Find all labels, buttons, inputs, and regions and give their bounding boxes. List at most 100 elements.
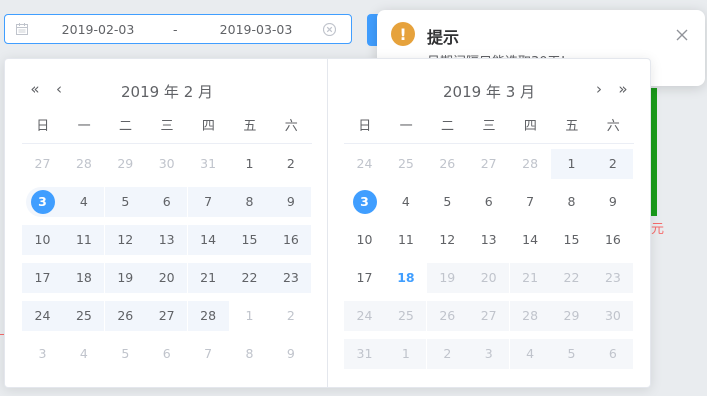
day-cell[interactable]: 7	[510, 183, 551, 221]
day-cell[interactable]: 26	[427, 145, 468, 183]
day-cell[interactable]: 25	[63, 297, 105, 335]
day-cell[interactable]: 7	[188, 335, 229, 373]
day-cell[interactable]: 8	[229, 335, 270, 373]
weekday-label: 六	[284, 119, 298, 134]
day-cell: 20	[468, 259, 510, 297]
end-date-input[interactable]: 2019-03-03	[211, 22, 301, 37]
day-cell[interactable]: 23	[270, 259, 312, 297]
day-cell[interactable]: 14	[187, 221, 229, 259]
day-cell[interactable]: 13	[146, 221, 188, 259]
day-cell[interactable]: 3	[22, 335, 63, 373]
day-cell[interactable]: 9	[270, 183, 312, 221]
start-date-input[interactable]: 2019-02-03	[53, 22, 143, 37]
day-cell[interactable]: 16	[592, 221, 633, 259]
day-number: 1	[401, 346, 410, 361]
day-cell[interactable]: 2	[270, 145, 311, 183]
next-month-icon[interactable]: ›	[592, 81, 606, 97]
day-cell[interactable]: 1	[551, 145, 592, 183]
day-cell[interactable]: 12	[427, 221, 468, 259]
day-cell[interactable]: 1	[229, 297, 270, 335]
panel-divider	[327, 59, 328, 387]
day-cell[interactable]: 28	[510, 145, 551, 183]
day-cell[interactable]: 7	[187, 183, 229, 221]
day-cell: 5	[551, 335, 592, 373]
day-cell[interactable]: 27	[468, 145, 509, 183]
error-text-fragment: 元	[651, 222, 665, 237]
day-cell[interactable]: 24	[344, 145, 385, 183]
day-cell[interactable]: 15	[229, 221, 270, 259]
left-calendar: « ‹ 2019 年 2 月 日一二三四五六 27 28 29 30 31 1 2 3 4 5 6 7…	[22, 59, 312, 387]
day-cell[interactable]: 6	[146, 183, 188, 221]
day-cell[interactable]: 2	[592, 145, 634, 183]
day-cell[interactable]: 2	[270, 297, 311, 335]
day-cell[interactable]: 29	[105, 145, 146, 183]
day-cell[interactable]: 5	[427, 183, 468, 221]
day-cell[interactable]: 25	[385, 145, 426, 183]
selected-day: 3	[30, 190, 55, 214]
day-number: 2	[608, 156, 617, 171]
day-number: 8	[245, 346, 254, 361]
weekday-label: 五	[565, 119, 579, 134]
day-number: 31	[356, 346, 373, 361]
day-cell[interactable]: 13	[468, 221, 509, 259]
day-number: 16	[282, 232, 299, 247]
week-row: 31 1 2 3 4 5 6	[344, 335, 634, 373]
day-cell[interactable]: 4	[63, 183, 105, 221]
day-cell[interactable]: 9	[270, 335, 311, 373]
day-cell[interactable]: 4	[385, 183, 426, 221]
day-cell[interactable]: 27	[22, 145, 63, 183]
day-cell[interactable]: 6	[146, 335, 187, 373]
day-cell[interactable]: 8	[551, 183, 592, 221]
day-cell[interactable]: 20	[146, 259, 188, 297]
day-cell[interactable]: 26	[104, 297, 146, 335]
day-cell[interactable]: 30	[146, 145, 187, 183]
day-cell[interactable]: 6	[468, 183, 509, 221]
day-cell[interactable]: 14	[510, 221, 551, 259]
day-cell[interactable]: 17	[344, 259, 385, 297]
weekday-label: 一	[399, 119, 413, 134]
day-cell[interactable]: 22	[229, 259, 270, 297]
day-cell[interactable]: 15	[551, 221, 592, 259]
day-cell[interactable]: 9	[592, 183, 633, 221]
day-cell[interactable]: 4	[63, 335, 104, 373]
week-row: 3 4 5 6 7 8 9	[22, 335, 312, 373]
day-cell[interactable]: 28	[187, 297, 229, 335]
day-number: 20	[158, 270, 175, 285]
day-number: 1	[245, 156, 254, 171]
day-cell[interactable]: 18	[385, 259, 426, 297]
day-number: 28	[522, 308, 539, 323]
day-cell[interactable]: 24	[22, 297, 63, 335]
weekday-label: 五	[243, 119, 257, 134]
day-cell[interactable]: 11	[385, 221, 426, 259]
clear-icon[interactable]	[323, 23, 336, 36]
day-cell[interactable]: 28	[63, 145, 104, 183]
day-cell[interactable]: 19	[104, 259, 146, 297]
day-cell[interactable]: 17	[22, 259, 63, 297]
day-cell[interactable]: 12	[104, 221, 146, 259]
day-cell[interactable]: 8	[229, 183, 270, 221]
day-cell[interactable]: 10	[344, 221, 385, 259]
day-cell[interactable]: 27	[146, 297, 188, 335]
day-cell[interactable]: 5	[105, 335, 146, 373]
day-cell[interactable]: 21	[187, 259, 229, 297]
day-cell[interactable]: 11	[63, 221, 105, 259]
day-cell[interactable]: 18	[63, 259, 105, 297]
calendar-icon	[16, 23, 28, 35]
day-number: 22	[241, 270, 258, 285]
next-year-icon[interactable]: »	[616, 81, 630, 97]
day-cell[interactable]: 3	[22, 183, 63, 221]
day-number: 14	[522, 232, 539, 247]
close-icon[interactable]	[676, 29, 688, 41]
day-cell[interactable]: 16	[270, 221, 312, 259]
day-number: 6	[608, 346, 617, 361]
date-range-input[interactable]: 2019-02-03 - 2019-03-03	[4, 14, 352, 44]
day-cell[interactable]: 31	[188, 145, 229, 183]
day-number: 16	[604, 232, 621, 247]
day-cell: 25	[385, 297, 427, 335]
day-cell[interactable]: 1	[229, 145, 270, 183]
day-cell[interactable]: 10	[22, 221, 63, 259]
day-cell[interactable]: 3	[344, 183, 385, 221]
day-cell[interactable]: 5	[104, 183, 146, 221]
day-cell: 29	[551, 297, 592, 335]
left-weekday-header: 日一二三四五六	[22, 115, 312, 135]
